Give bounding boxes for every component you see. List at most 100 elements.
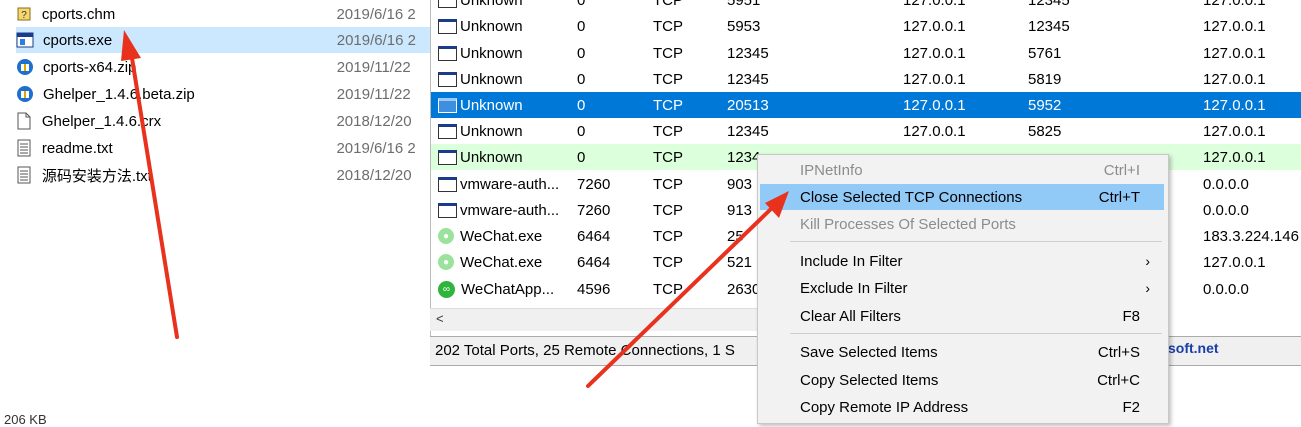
process-icon [438,123,457,139]
cell-protocol: TCP [653,280,683,298]
cell-protocol: TCP [653,201,683,219]
menu-separator [790,241,1162,242]
table-row[interactable]: Unknown 0 TCP 5953 127.0.0.1 12345 127.0… [431,13,1301,39]
menu-item-label: Copy Selected Items [800,371,939,389]
menu-item-shortcut: Ctrl+C [1097,371,1140,389]
file-row-cports-exe[interactable]: cports.exe 2019/6/16 2 [16,27,430,53]
menu-item-clear-all-filters[interactable]: Clear All Filters F8 [760,303,1164,329]
process-icon [438,202,457,218]
cell-remote-address: 127.0.0.1 [1203,44,1266,62]
cell-process: WeChatApp... [461,280,555,298]
explorer-status-size: 206 KB [4,412,47,427]
table-row[interactable]: Unknown 0 TCP 5951 127.0.0.1 12345 127.0… [431,0,1301,13]
context-menu: IPNetInfo Ctrl+I Close Selected TCP Conn… [757,154,1169,424]
cell-local-port: 903 [727,175,753,193]
process-icon [438,71,457,87]
cell-remote-port: 12345 [1028,17,1070,35]
cell-protocol: TCP [653,148,683,166]
file-date: 2018/12/20 [336,166,412,184]
cell-protocol: TCP [653,96,683,114]
cell-local-address: 127.0.0.1 [903,0,966,9]
cell-local-port: 12345 [727,44,769,62]
cell-remote-port: 5819 [1028,70,1062,88]
cell-pid: 4596 [577,280,611,298]
cell-pid: 7260 [577,175,611,193]
exe-icon [16,31,34,49]
process-icon [438,18,457,34]
menu-item-shortcut: F8 [1122,307,1140,325]
cell-process: Unknown [460,0,523,9]
cell-local-address: 127.0.0.1 [903,96,966,114]
wechat-icon: ● [438,228,454,244]
wechat-icon: ● [438,254,454,270]
table-row[interactable]: Unknown 0 TCP 12345 127.0.0.1 5825 127.0… [431,118,1301,144]
menu-separator [790,333,1162,334]
menu-item-ipnetinfo[interactable]: IPNetInfo Ctrl+I [760,157,1164,183]
cell-remote-port: 5952 [1028,96,1062,114]
file-date: 2019/6/16 2 [336,139,416,157]
menu-item-label: Clear All Filters [800,307,901,325]
cell-process: Unknown [460,44,523,62]
nirsoft-link[interactable]: soft.net [1168,340,1219,356]
table-row[interactable]: Unknown 0 TCP 12345 127.0.0.1 5819 127.0… [431,66,1301,92]
file-row-cports-chm[interactable]: ? cports.chm 2019/6/16 2 [16,1,430,27]
submenu-chevron-icon: › [1145,253,1150,269]
cell-process: vmware-auth... [460,175,560,193]
menu-item-save-selected-items[interactable]: Save Selected Items Ctrl+S [760,339,1164,365]
cell-pid: 0 [577,17,586,35]
menu-item-copy-selected-items[interactable]: Copy Selected Items Ctrl+C [760,367,1164,393]
table-row[interactable]: Unknown 0 TCP 12345 127.0.0.1 5761 127.0… [431,40,1301,66]
cell-process: WeChat.exe [460,253,543,271]
cell-process: WeChat.exe [460,227,543,245]
zip-icon [16,58,34,76]
menu-item-shortcut: Ctrl+I [1103,161,1140,179]
menu-item-include-in-filter[interactable]: Include In Filter › [760,248,1164,274]
file-row-source-install[interactable]: 源码安装方法.txt 2018/12/20 [16,162,430,188]
cell-pid: 0 [577,96,586,114]
menu-item-label: Kill Processes Of Selected Ports [800,215,1016,233]
cell-remote-address: 0.0.0.0 [1203,175,1249,193]
scroll-left-icon[interactable]: < [436,311,444,326]
file-row-readme[interactable]: readme.txt 2019/6/16 2 [16,135,430,161]
cell-remote-address: 127.0.0.1 [1203,17,1266,35]
svg-text:?: ? [22,10,28,21]
file-row-ghelper-crx[interactable]: Ghelper_1.4.6.crx 2018/12/20 [16,108,430,134]
cell-remote-port: 5761 [1028,44,1062,62]
horizontal-scrollbar[interactable]: < [430,308,770,331]
cell-local-port: 25 [727,227,744,245]
wechat-app-icon: ∞ [438,280,455,298]
cell-local-port: 5951 [727,0,761,9]
cell-local-address: 127.0.0.1 [903,17,966,35]
file-name: cports.exe [43,31,113,49]
cell-process: Unknown [460,148,523,166]
menu-item-close-tcp-connections[interactable]: Close Selected TCP Connections Ctrl+T [760,184,1164,210]
cell-process: Unknown [460,96,523,114]
cell-remote-address: 127.0.0.1 [1203,253,1266,271]
menu-item-copy-remote-ip[interactable]: Copy Remote IP Address F2 [760,394,1164,420]
menu-item-label: Close Selected TCP Connections [800,188,1023,206]
cell-protocol: TCP [653,0,683,9]
file-explorer-pane: ? cports.chm 2019/6/16 2 cports.exe 2019… [0,0,430,422]
cell-pid: 0 [577,0,586,9]
menu-item-kill-processes[interactable]: Kill Processes Of Selected Ports [760,211,1164,237]
file-name: readme.txt [41,139,113,157]
file-date: 2019/6/16 2 [336,5,416,23]
menu-item-shortcut: F2 [1122,398,1140,416]
table-row-selected[interactable]: Unknown 0 TCP 20513 127.0.0.1 5952 127.0… [431,92,1301,118]
menu-item-exclude-in-filter[interactable]: Exclude In Filter › [760,275,1164,301]
cell-remote-address: 127.0.0.1 [1203,0,1266,9]
file-row-cports-x64-zip[interactable]: cports-x64.zip 2019/11/22 [16,54,430,80]
file-date: 2019/11/22 [336,58,411,76]
file-row-ghelper-zip[interactable]: Ghelper_1.4.6.beta.zip 2019/11/22 [16,81,430,107]
cell-pid: 0 [577,44,586,62]
file-icon [16,112,33,130]
cell-pid: 6464 [577,253,611,271]
process-icon [438,176,457,192]
help-file-icon: ? [16,5,33,23]
file-name: Ghelper_1.4.6.crx [41,112,162,130]
process-icon [438,45,457,61]
cell-local-address: 127.0.0.1 [903,44,966,62]
cell-remote-port: 12345 [1028,0,1070,9]
cell-pid: 6464 [577,227,611,245]
cell-remote-address: 127.0.0.1 [1203,148,1266,166]
